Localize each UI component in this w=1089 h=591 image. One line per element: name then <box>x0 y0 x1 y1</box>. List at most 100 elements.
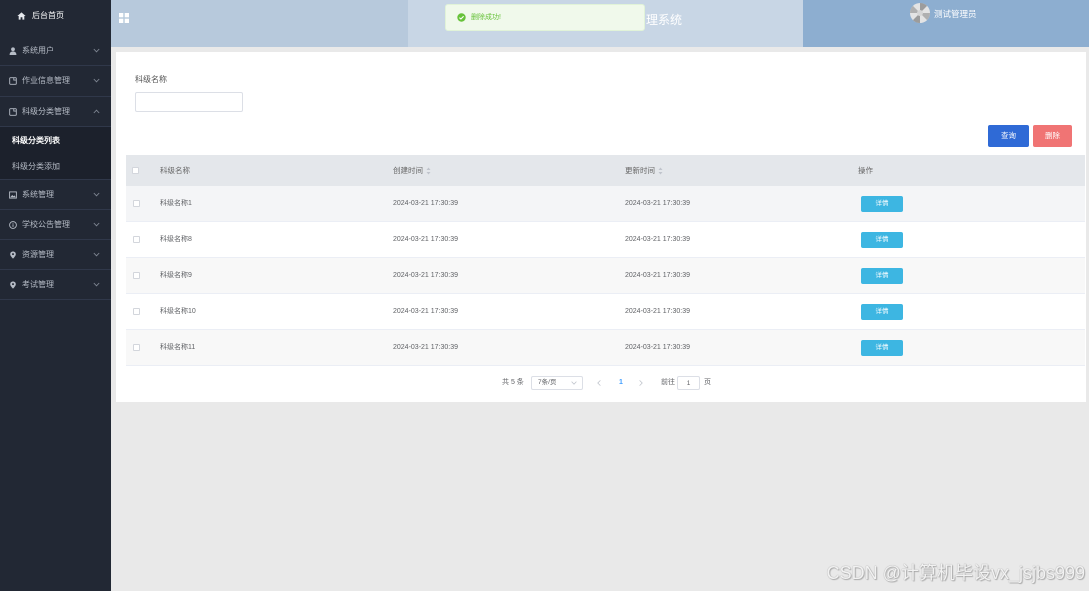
cell-updated: 2024-03-21 17:30:39 <box>625 343 690 351</box>
table-row[interactable]: 科级名称11 2024-03-21 17:30:39 2024-03-21 17… <box>126 330 1085 366</box>
cell-updated: 2024-03-21 17:30:39 <box>625 307 690 315</box>
toast-message: 删除成功! <box>471 14 501 21</box>
search-label: 科级名称 <box>135 75 167 84</box>
sidebar-item-label: 系统用户 <box>22 45 54 55</box>
sidebar-submenu-category: 科级分类列表 科级分类添加 <box>0 127 111 180</box>
document-icon <box>9 77 17 85</box>
user-name[interactable]: 测试管理员 <box>934 9 977 19</box>
row-checkbox[interactable] <box>133 307 140 315</box>
chevron-down-icon <box>93 48 100 53</box>
detail-button[interactable]: 详情 <box>861 232 903 248</box>
cell-name: 科级名称11 <box>160 343 196 351</box>
sidebar-item-resource[interactable]: 资源管理 <box>0 240 111 270</box>
cell-updated: 2024-03-21 17:30:39 <box>625 271 690 279</box>
table-header: 科级名称 创建时间 更新时间 操作 <box>126 155 1085 186</box>
cell-name: 科级名称10 <box>160 307 196 315</box>
header-segment-right <box>803 0 1089 47</box>
select-all-checkbox[interactable] <box>132 166 139 174</box>
chevron-left-icon[interactable] <box>597 380 601 386</box>
chevron-down-icon <box>93 192 100 197</box>
chevron-down-icon <box>93 252 100 257</box>
location-icon <box>9 251 17 259</box>
sidebar-item-notice[interactable]: 学校公告管理 <box>0 210 111 240</box>
table-row[interactable]: 科级名称10 2024-03-21 17:30:39 2024-03-21 17… <box>126 294 1085 330</box>
chevron-up-icon <box>93 109 100 114</box>
success-toast: 删除成功! <box>445 4 645 31</box>
sidebar-item-label: 科级分类管理 <box>22 106 70 116</box>
user-icon <box>9 46 17 55</box>
sidebar-subitem-label: 科级分类列表 <box>12 135 60 145</box>
table-row[interactable]: 科级名称8 2024-03-21 17:30:39 2024-03-21 17:… <box>126 222 1085 258</box>
sidebar-item-label: 作业信息管理 <box>22 76 70 85</box>
cell-created: 2024-03-21 17:30:39 <box>393 235 458 243</box>
row-checkbox[interactable] <box>133 199 140 207</box>
page-size-select[interactable]: 7条/页 <box>531 376 583 390</box>
goto-suffix: 页 <box>704 379 711 386</box>
chevron-down-icon <box>93 282 100 287</box>
grid-icon[interactable] <box>119 13 129 23</box>
row-checkbox[interactable] <box>133 271 140 279</box>
cell-created: 2024-03-21 17:30:39 <box>393 271 458 279</box>
sidebar: 后台首页 系统用户 作业信息管理 科级分类管理 科级分类列表 科级分类添加 系统… <box>0 0 111 591</box>
home-icon <box>17 12 26 20</box>
column-header-actions: 操作 <box>858 165 873 175</box>
column-header-name: 科级名称 <box>160 165 190 175</box>
watermark: CSDN @计算机毕设vx_jsjbs999 <box>826 563 1085 583</box>
sort-icon[interactable] <box>426 167 431 175</box>
cell-name: 科级名称1 <box>160 199 192 207</box>
sidebar-item-label: 学校公告管理 <box>22 219 70 229</box>
detail-button[interactable]: 详情 <box>861 340 903 356</box>
detail-button[interactable]: 详情 <box>861 268 903 284</box>
check-circle-icon <box>457 13 466 22</box>
content-card: 科级名称 查询 删除 科级名称 创建时间 更新时间 操作 科级名称1 2024-… <box>116 52 1086 402</box>
sidebar-item-label: 资源管理 <box>22 249 54 259</box>
column-header-created[interactable]: 创建时间 <box>393 165 431 176</box>
image-icon <box>9 190 17 199</box>
goto-page-input[interactable] <box>677 376 700 390</box>
sidebar-item-label: 系统管理 <box>22 189 54 199</box>
cell-created: 2024-03-21 17:30:39 <box>393 343 458 351</box>
sidebar-item-system[interactable]: 系统管理 <box>0 180 111 210</box>
column-header-label: 创建时间 <box>393 165 423 175</box>
column-header-label: 更新时间 <box>625 165 655 175</box>
header-segment-left <box>111 0 408 47</box>
page-number-current[interactable]: 1 <box>619 376 623 390</box>
page-size-value: 7条/页 <box>538 379 557 386</box>
avatar-icon[interactable] <box>910 3 930 23</box>
chevron-down-icon <box>571 381 577 385</box>
detail-button[interactable]: 详情 <box>861 196 903 212</box>
goto-label: 前往 <box>661 379 675 386</box>
sidebar-item-homework[interactable]: 作业信息管理 <box>0 66 111 97</box>
detail-button[interactable]: 详情 <box>861 304 903 320</box>
sidebar-subitem-category-list[interactable]: 科级分类列表 <box>0 127 111 154</box>
pagination-total: 共 5 条 <box>502 379 524 386</box>
chevron-down-icon <box>93 78 100 83</box>
chevron-down-icon <box>93 222 100 227</box>
sidebar-item-label: 考试管理 <box>22 279 54 289</box>
sidebar-subitem-category-add[interactable]: 科级分类添加 <box>0 154 111 180</box>
delete-button[interactable]: 删除 <box>1033 125 1072 147</box>
sidebar-item-exam[interactable]: 考试管理 <box>0 270 111 300</box>
location-icon <box>9 281 17 289</box>
chevron-right-icon[interactable] <box>639 380 643 386</box>
app-title: 理系统 <box>646 13 683 27</box>
cell-created: 2024-03-21 17:30:39 <box>393 199 458 207</box>
cell-name: 科级名称8 <box>160 235 192 243</box>
table-row[interactable]: 科级名称9 2024-03-21 17:30:39 2024-03-21 17:… <box>126 258 1085 294</box>
sidebar-item-home[interactable]: 后台首页 <box>0 0 111 36</box>
row-checkbox[interactable] <box>133 343 140 351</box>
column-header-updated[interactable]: 更新时间 <box>625 165 663 176</box>
sort-icon[interactable] <box>658 167 663 175</box>
cell-name: 科级名称9 <box>160 271 192 279</box>
document-icon <box>9 107 17 116</box>
search-input[interactable] <box>135 92 243 112</box>
cell-updated: 2024-03-21 17:30:39 <box>625 199 690 207</box>
category-table: 科级名称 创建时间 更新时间 操作 科级名称1 2024-03-21 17:30… <box>126 155 1085 366</box>
sidebar-home-label: 后台首页 <box>32 11 64 20</box>
sidebar-item-users[interactable]: 系统用户 <box>0 36 111 66</box>
sidebar-item-category[interactable]: 科级分类管理 <box>0 97 111 127</box>
table-row[interactable]: 科级名称1 2024-03-21 17:30:39 2024-03-21 17:… <box>126 186 1085 222</box>
cell-updated: 2024-03-21 17:30:39 <box>625 235 690 243</box>
query-button[interactable]: 查询 <box>988 125 1029 147</box>
row-checkbox[interactable] <box>133 235 140 243</box>
